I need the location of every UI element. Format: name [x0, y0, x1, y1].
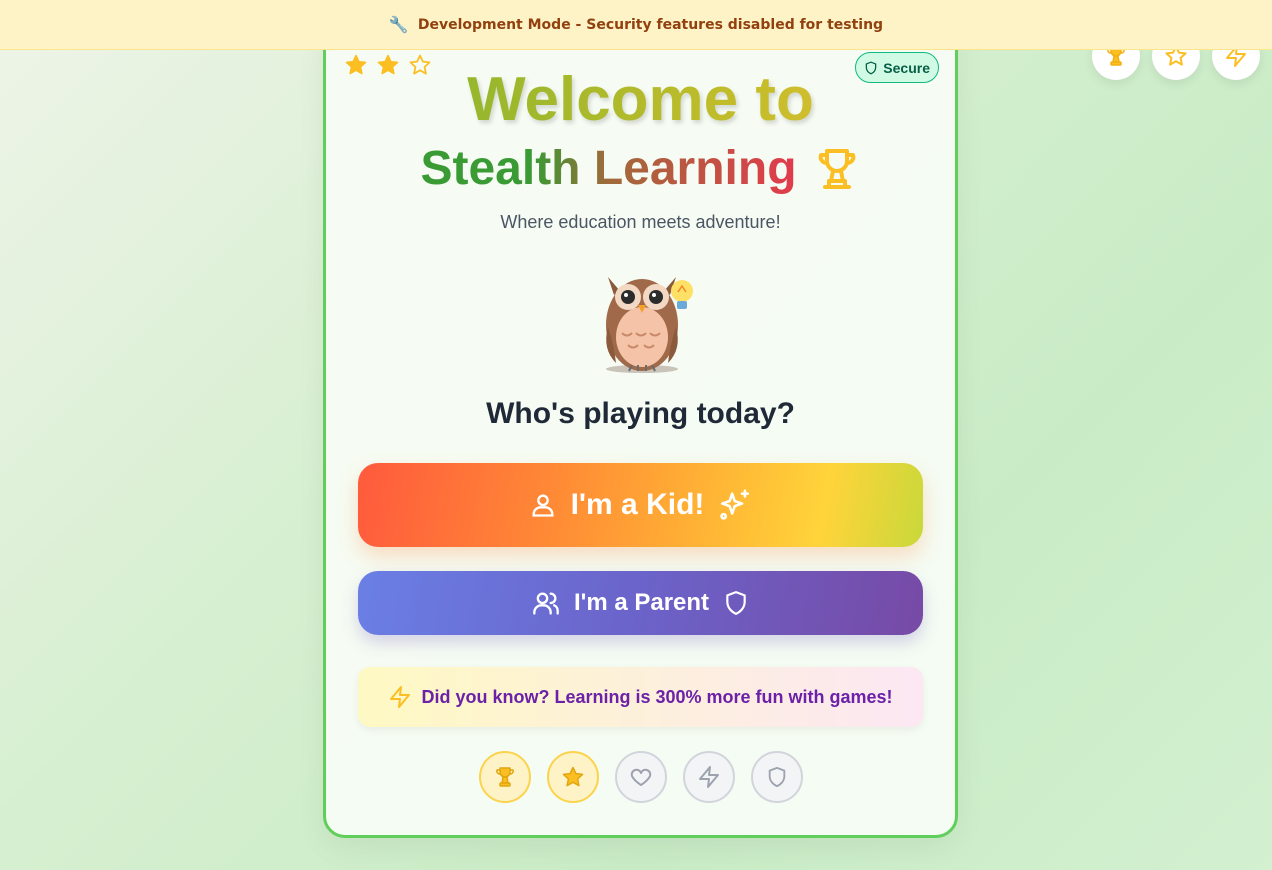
dev-mode-banner: 🔧 Development Mode - Security features d…: [0, 0, 1272, 50]
sparkles-icon: [720, 489, 750, 520]
wrench-icon: 🔧: [388, 15, 409, 34]
parent-button[interactable]: I'm a Parent: [358, 571, 923, 635]
achievement-zap[interactable]: [682, 751, 735, 803]
achievement-heart[interactable]: [614, 751, 667, 803]
achievement-star[interactable]: [546, 751, 599, 803]
achievement-badges: [326, 751, 955, 803]
trophy-icon: [818, 149, 855, 189]
star-icon: [562, 766, 583, 787]
user-icon: [532, 494, 554, 517]
title-line2: Stealth Learning: [326, 141, 955, 197]
achievement-trophy[interactable]: [478, 751, 531, 803]
title-line1: Welcome to: [326, 65, 955, 135]
fun-fact-box: Did you know? Learning is 300% more fun …: [358, 667, 923, 727]
dev-mode-text: Development Mode - Security features dis…: [417, 16, 884, 33]
users-icon: [533, 592, 559, 615]
shield-icon: [726, 591, 746, 615]
heart-icon: [630, 768, 651, 786]
parent-button-label: I'm a Parent: [573, 589, 710, 616]
who-playing-heading: Who's playing today?: [486, 397, 795, 430]
kid-button[interactable]: I'm a Kid!: [358, 463, 923, 547]
fun-fact-text: Did you know? Learning is 300% more fun …: [421, 686, 893, 707]
app-name: Stealth Learning: [420, 142, 797, 195]
shield-icon: [768, 766, 785, 788]
owl-mascot: [606, 277, 693, 373]
achievement-shield[interactable]: [750, 751, 803, 803]
welcome-card: Secure Welcome to Stealth Learning Where…: [323, 18, 958, 838]
trophy-icon: [495, 767, 514, 787]
subtitle: Where education meets adventure!: [500, 212, 781, 232]
zap-icon: [390, 686, 411, 708]
kid-button-label: I'm a Kid!: [570, 488, 705, 521]
lightbulb-icon: [671, 280, 693, 309]
zap-icon: [698, 766, 719, 788]
